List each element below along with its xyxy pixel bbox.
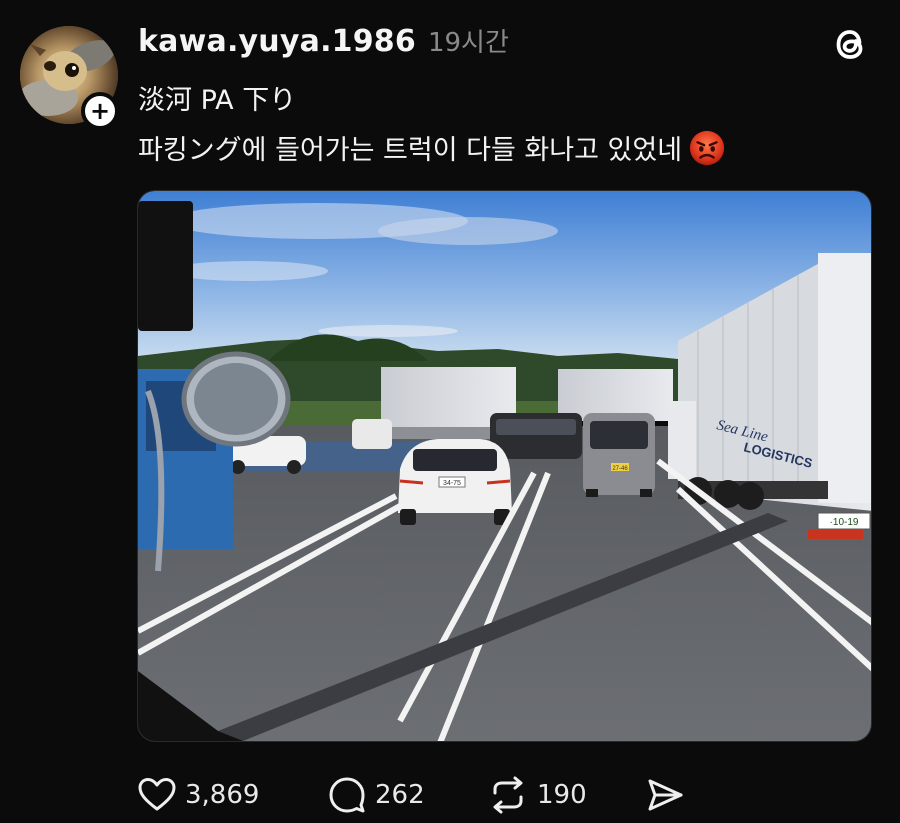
comment-icon bbox=[329, 777, 365, 813]
post-text-line-1: 淡河 PA 下り bbox=[138, 85, 297, 116]
like-count: 3,869 bbox=[185, 780, 260, 810]
angry-face-emoji bbox=[689, 130, 725, 165]
post-timestamp: 19시간 bbox=[427, 28, 509, 58]
plus-icon: + bbox=[89, 97, 111, 125]
post-photo[interactable]: 27-46 34-75 LOGISTICS Sea Line ·10-19 bbox=[137, 190, 872, 742]
reply-button[interactable]: 262 bbox=[327, 775, 425, 815]
reply-count: 262 bbox=[375, 780, 425, 810]
parking-area-photo: 27-46 34-75 LOGISTICS Sea Line ·10-19 bbox=[138, 191, 871, 741]
repost-count: 190 bbox=[537, 780, 587, 810]
send-icon bbox=[648, 779, 683, 811]
truck-plate-text: ·10-19 bbox=[830, 517, 859, 528]
follow-button[interactable]: + bbox=[81, 92, 119, 130]
threads-post: + kawa.yuya.1986 19시간 淡河 PA 下り 파킹ング에 들어가… bbox=[0, 0, 900, 823]
car-plate-text: 34-75 bbox=[443, 480, 461, 487]
post-text-line-2: 파킹ング에 들어가는 트럭이 다들 화나고 있었네 bbox=[138, 128, 726, 167]
share-button[interactable] bbox=[645, 775, 685, 815]
like-button[interactable]: 3,869 bbox=[137, 775, 259, 815]
van-plate-text: 27-46 bbox=[612, 466, 628, 472]
threads-logo-icon[interactable] bbox=[826, 20, 874, 68]
username-link[interactable]: kawa.yuya.1986 bbox=[138, 24, 416, 59]
repost-button[interactable]: 190 bbox=[487, 775, 587, 815]
repost-icon bbox=[493, 776, 523, 814]
heart-icon bbox=[138, 778, 176, 811]
post-header: kawa.yuya.1986 19시간 bbox=[138, 22, 509, 59]
post-text: 파킹ング에 들어가는 트럭이 다들 화나고 있었네 bbox=[138, 135, 683, 166]
